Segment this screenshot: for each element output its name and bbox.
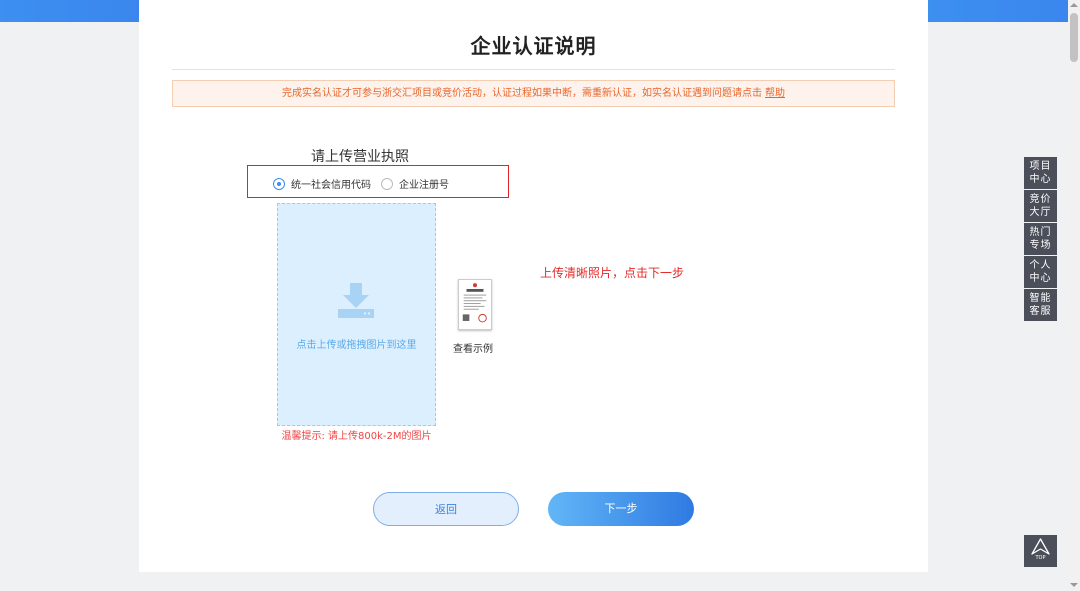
scrollbar-thumb[interactable] <box>1070 13 1078 62</box>
title-divider <box>172 69 895 70</box>
side-nav-label: 智能 <box>1029 293 1052 304</box>
back-to-top-button[interactable]: TOP <box>1024 535 1057 567</box>
back-button[interactable]: 返回 <box>373 492 519 526</box>
view-sample-link[interactable]: 查看示例 <box>453 340 493 355</box>
upload-section-label: 请上传营业执照 <box>311 149 409 165</box>
radio-unchecked-icon[interactable] <box>381 177 393 190</box>
side-nav-label: 项目 <box>1029 161 1052 172</box>
sample-license-thumbnail[interactable] <box>458 279 492 330</box>
radio-label-credit-code: 统一社会信用代码 <box>291 180 371 191</box>
scroll-down-arrow-icon[interactable] <box>1070 583 1078 587</box>
notice-text: 完成实名认证才可参与浙交汇项目或竞价活动，认证过程如果中断，需重新认证，如实名认… <box>282 88 762 99</box>
arrow-up-icon <box>1031 538 1050 555</box>
license-document-icon <box>462 283 487 323</box>
side-nav-smart-service[interactable]: 智能 客服 <box>1024 289 1057 321</box>
next-step-button[interactable]: 下一步 <box>548 492 694 526</box>
side-nav-project-center[interactable]: 项目 中心 <box>1024 157 1057 189</box>
side-nav-label: 专场 <box>1029 240 1052 251</box>
side-nav: 项目 中心 竞价 大厅 热门 专场 个人 中心 智能 客服 <box>1024 157 1057 322</box>
radio-checked-icon[interactable] <box>273 177 285 190</box>
side-nav-label: 个人 <box>1029 260 1052 271</box>
side-nav-bidding-hall[interactable]: 竞价 大厅 <box>1024 190 1057 222</box>
scroll-up-arrow-icon[interactable] <box>1070 3 1078 7</box>
top-label: TOP <box>1035 555 1046 561</box>
side-nav-label: 竞价 <box>1029 194 1052 205</box>
side-nav-label: 大厅 <box>1029 207 1052 218</box>
header-band-left <box>0 0 139 22</box>
side-nav-personal-center[interactable]: 个人 中心 <box>1024 256 1057 288</box>
side-nav-label: 热门 <box>1029 227 1052 238</box>
upload-instruction: 上传清晰照片，点击下一步 <box>540 266 685 280</box>
upload-dropzone-text: 点击上传或拖拽图片到这里 <box>296 340 417 351</box>
upload-size-tip: 温馨提示: 请上传800k-2M的图片 <box>281 431 432 442</box>
page-scrollbar[interactable] <box>1068 0 1080 591</box>
page-title: 企业认证说明 <box>470 34 597 58</box>
side-nav-hot-sessions[interactable]: 热门 专场 <box>1024 223 1057 255</box>
help-link[interactable]: 帮助 <box>765 88 785 99</box>
license-type-group: 统一社会信用代码 企业注册号 <box>247 165 509 198</box>
download-tray-icon <box>338 283 374 318</box>
side-nav-label: 中心 <box>1029 174 1052 185</box>
main-card: 企业认证说明 完成实名认证才可参与浙交汇项目或竞价活动，认证过程如果中断，需重新… <box>139 0 928 572</box>
side-nav-label: 中心 <box>1029 273 1052 284</box>
notice-banner: 完成实名认证才可参与浙交汇项目或竞价活动，认证过程如果中断，需重新认证，如实名认… <box>172 80 895 107</box>
radio-option-registration-number[interactable]: 企业注册号 <box>381 176 449 191</box>
radio-label-registration-number: 企业注册号 <box>399 180 449 191</box>
side-nav-label: 客服 <box>1029 306 1052 317</box>
upload-dropzone[interactable]: 点击上传或拖拽图片到这里 <box>277 203 436 426</box>
radio-option-credit-code[interactable]: 统一社会信用代码 <box>273 176 371 191</box>
header-band-right <box>928 0 1068 22</box>
